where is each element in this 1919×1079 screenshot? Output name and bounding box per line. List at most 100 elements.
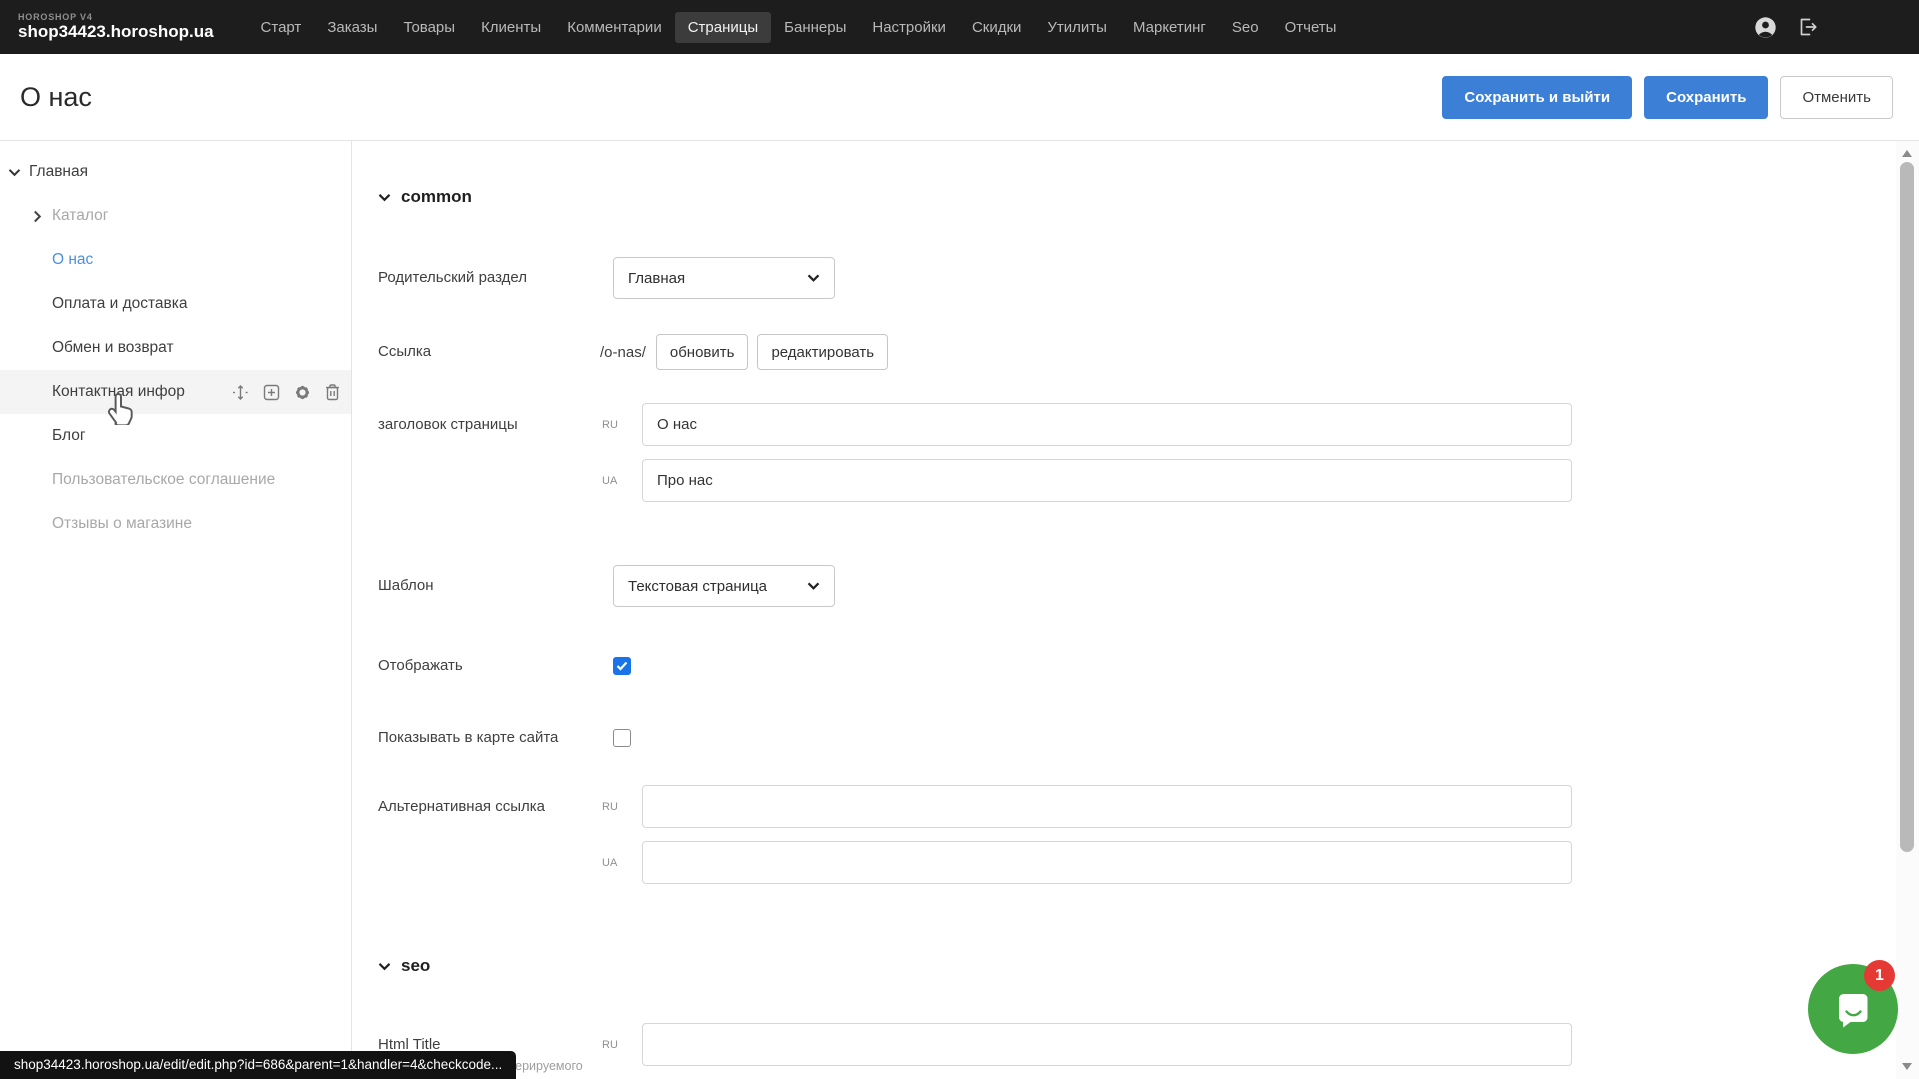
- nav-item-marketing[interactable]: Маркетинг: [1120, 12, 1219, 43]
- alt-link-input-ru[interactable]: [642, 785, 1572, 828]
- tree-item-actions: [231, 383, 341, 402]
- scroll-down-arrow-icon[interactable]: [1902, 1063, 1912, 1070]
- template-row: Шаблон Текстовая страница: [378, 565, 1896, 607]
- nav-item-comments[interactable]: Комментарии: [554, 12, 674, 43]
- sidebar-item-home[interactable]: Главная: [0, 150, 351, 194]
- link-controls: /o-nas/ обновить редактировать: [600, 334, 888, 370]
- scroll-up-arrow-icon[interactable]: [1902, 150, 1912, 157]
- check-icon: [616, 661, 628, 671]
- sidebar-item-payment-delivery[interactable]: Оплата и доставка: [0, 282, 351, 326]
- nav-item-seo[interactable]: Seo: [1219, 12, 1272, 43]
- sidebar-item-label: Каталог: [52, 207, 108, 225]
- account-icon[interactable]: [1754, 16, 1777, 39]
- lang-tag-ua: UA: [593, 857, 642, 869]
- cancel-button[interactable]: Отменить: [1780, 76, 1893, 119]
- lang-tag-ua: UA: [593, 475, 642, 487]
- sidebar-item-contact-info[interactable]: Контактная инфор: [0, 370, 351, 414]
- sidebar-item-label: Пользовательское соглашение: [52, 471, 275, 489]
- display-row: Отображать: [378, 655, 1896, 677]
- save-button[interactable]: Сохранить: [1644, 76, 1768, 119]
- field-label: Отображать: [378, 655, 593, 677]
- chevron-down-icon[interactable]: [8, 168, 21, 177]
- lang-tag-ru: RU: [593, 1039, 642, 1051]
- field-label: Показывать в карте сайта: [378, 727, 593, 749]
- chevron-down-icon: [807, 274, 820, 282]
- field-label: Ссылка: [378, 334, 593, 370]
- nav-item-orders[interactable]: Заказы: [314, 12, 390, 43]
- top-navbar: HOROSHOP V4 shop34423.horoshop.ua Старт …: [0, 0, 1919, 54]
- section-title: seo: [401, 956, 430, 976]
- sidebar-item-label: Отзывы о магазине: [52, 515, 192, 533]
- sidebar-item-label: Обмен и возврат: [52, 339, 174, 357]
- edit-link-button[interactable]: редактировать: [757, 334, 888, 370]
- pages-tree-sidebar: Главная Каталог О нас Оплата и доставка …: [0, 141, 352, 1079]
- sitemap-checkbox[interactable]: [613, 729, 631, 747]
- field-label: Альтернативная ссылка: [378, 785, 593, 897]
- nav-item-clients[interactable]: Клиенты: [468, 12, 554, 43]
- field-label: Шаблон: [378, 565, 593, 607]
- section-common[interactable]: common: [378, 187, 1896, 207]
- sidebar-item-store-reviews[interactable]: Отзывы о магазине: [0, 502, 351, 546]
- scrollbar-thumb[interactable]: [1900, 162, 1914, 852]
- field-label: Родительский раздел: [378, 257, 593, 299]
- alt-link-row: Альтернативная ссылка RU UA: [378, 785, 1896, 897]
- sidebar-item-exchange-return[interactable]: Обмен и возврат: [0, 326, 351, 370]
- nav-item-reports[interactable]: Отчеты: [1272, 12, 1350, 43]
- nav-item-pages[interactable]: Страницы: [675, 12, 771, 43]
- sidebar-item-label: Контактная инфор: [52, 383, 185, 401]
- page-title-row: заголовок страницы RU UA: [378, 403, 1896, 515]
- parent-section-row: Родительский раздел Главная: [378, 257, 1896, 299]
- header-buttons: Сохранить и выйти Сохранить Отменить: [1442, 76, 1893, 119]
- settings-gear-icon[interactable]: [293, 383, 312, 402]
- nav-item-settings[interactable]: Настройки: [859, 12, 959, 43]
- nav-item-banners[interactable]: Баннеры: [771, 12, 859, 43]
- sidebar-item-catalog[interactable]: Каталог: [0, 194, 351, 238]
- page-edit-form: common Родительский раздел Главная Ссылк…: [353, 141, 1896, 1079]
- sitemap-row: Показывать в карте сайта: [378, 727, 1896, 749]
- chat-bubble-icon: [1830, 986, 1876, 1032]
- page-title-input-ua[interactable]: [642, 459, 1572, 502]
- nav-item-products[interactable]: Товары: [390, 12, 468, 43]
- chevron-down-icon: [378, 962, 391, 971]
- alt-link-input-ua[interactable]: [642, 841, 1572, 884]
- logout-icon[interactable]: [1797, 16, 1819, 38]
- section-seo[interactable]: seo: [378, 956, 1896, 976]
- display-checkbox[interactable]: [613, 657, 631, 675]
- sidebar-item-label: Блог: [52, 427, 86, 445]
- status-url-tooltip: shop34423.horoshop.ua/edit/edit.php?id=6…: [0, 1051, 516, 1079]
- save-and-exit-button[interactable]: Сохранить и выйти: [1442, 76, 1632, 119]
- main-menu: Старт Заказы Товары Клиенты Комментарии …: [248, 12, 1350, 43]
- lang-tag-ru: RU: [593, 419, 642, 431]
- link-row: Ссылка /o-nas/ обновить редактировать: [378, 334, 1896, 370]
- delete-trash-icon[interactable]: [324, 383, 341, 402]
- sidebar-item-blog[interactable]: Блог: [0, 414, 351, 458]
- html-title-input-ru[interactable]: [642, 1023, 1572, 1066]
- shop-logo[interactable]: HOROSHOP V4 shop34423.horoshop.ua: [18, 12, 214, 42]
- sidebar-item-label: Главная: [29, 163, 88, 181]
- sidebar-item-about[interactable]: О нас: [0, 238, 351, 282]
- page-header: О нас Сохранить и выйти Сохранить Отмени…: [0, 54, 1919, 141]
- lang-tag-ru: RU: [593, 801, 642, 813]
- sidebar-item-user-agreement[interactable]: Пользовательское соглашение: [0, 458, 351, 502]
- sidebar-item-label: О нас: [52, 251, 93, 269]
- page-title: О нас: [20, 82, 92, 113]
- field-label: заголовок страницы: [378, 403, 593, 515]
- nav-item-utilities[interactable]: Утилиты: [1034, 12, 1120, 43]
- move-icon[interactable]: [231, 383, 250, 402]
- page-title-input-ru[interactable]: [642, 403, 1572, 446]
- vertical-scrollbar: [1896, 141, 1919, 1079]
- link-path: /o-nas/: [600, 344, 646, 361]
- parent-section-select[interactable]: Главная: [613, 257, 835, 299]
- nav-item-start[interactable]: Старт: [248, 12, 315, 43]
- chevron-down-icon: [378, 193, 391, 202]
- refresh-link-button[interactable]: обновить: [656, 334, 749, 370]
- add-page-icon[interactable]: [262, 383, 281, 402]
- html-title-row: Html Title Полная замена title, генериру…: [378, 1023, 1896, 1079]
- chevron-right-icon[interactable]: [33, 210, 42, 223]
- chat-unread-badge: 1: [1864, 960, 1895, 991]
- chevron-down-icon: [807, 582, 820, 590]
- template-select[interactable]: Текстовая страница: [613, 565, 835, 607]
- select-value: Текстовая страница: [628, 578, 767, 595]
- sidebar-item-label: Оплата и доставка: [52, 295, 188, 313]
- nav-item-discounts[interactable]: Скидки: [959, 12, 1034, 43]
